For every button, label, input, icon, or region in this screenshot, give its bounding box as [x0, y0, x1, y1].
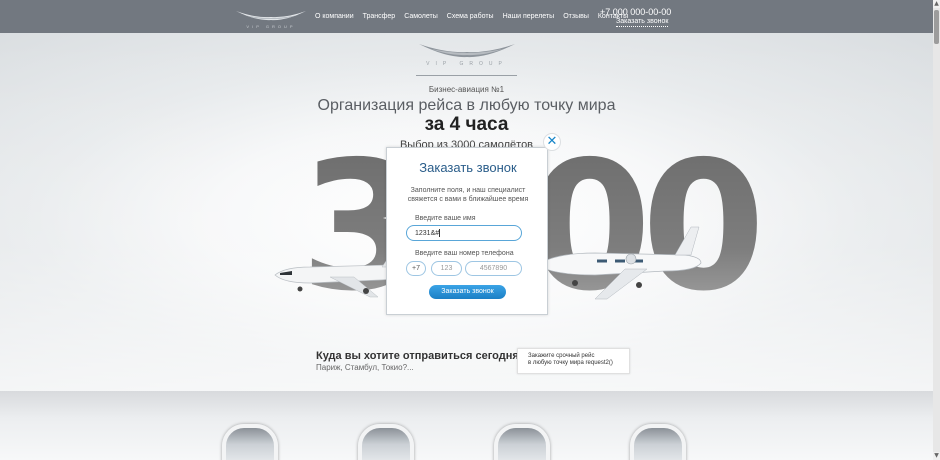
cabin-window [494, 424, 550, 460]
modal-title: Заказать звонок [419, 160, 517, 175]
main-nav: О компании Трансфер Самолеты Схема работ… [315, 13, 637, 20]
phone-number-input[interactable]: 4567890 [465, 261, 522, 276]
callback-link[interactable]: Заказать звонок [616, 18, 669, 27]
modal-close-icon[interactable]: ✕ [543, 133, 561, 151]
scroll-up-icon[interactable]: ▲ [933, 0, 940, 8]
modal-description-line-1: Заполните поля, и наш специалист [410, 187, 526, 194]
page: 3000 VIP GROUP Бизнес-авиация №1 Организ… [0, 0, 940, 460]
scroll-down-icon[interactable]: ▼ [933, 452, 940, 460]
scrollbar-thumb[interactable] [934, 10, 939, 44]
destination-examples: Париж, Стамбул, Токио?... [316, 363, 414, 372]
hero-headline: Организация рейса в любую точку мира [317, 97, 616, 114]
submit-callback-button[interactable]: Заказать звонок [429, 285, 506, 299]
modal-description-line-2: свяжется с вами в ближайшее время [407, 196, 529, 203]
hero-wings-logo-icon [419, 44, 515, 58]
cabin-window [358, 424, 414, 460]
name-label: Введите ваше имя [415, 215, 476, 222]
nav-flights[interactable]: Наши перелеты [503, 13, 555, 20]
hero-headline-bold: за 4 часа [424, 114, 509, 135]
hero-subtitle: Бизнес-авиация №1 [428, 85, 505, 94]
phone-label: Введите ваш номер телефона [415, 250, 514, 257]
header-phone[interactable]: +7 000 000-00-00 [600, 7, 671, 17]
country-code-input[interactable]: +7 [406, 261, 426, 276]
area-code-input[interactable]: 123 [431, 261, 462, 276]
nav-transfer[interactable]: Трансфер [363, 13, 396, 20]
cabin-window [222, 424, 278, 460]
cabin-window [630, 424, 686, 460]
callback-modal: Заказать звонок Заполните поля, и наш сп… [386, 147, 548, 315]
nav-about[interactable]: О компании [315, 13, 354, 20]
urgent-request-box[interactable]: Закажите срочный рейс в любую точку мира… [517, 348, 630, 374]
vertical-scrollbar[interactable] [933, 0, 940, 460]
name-input[interactable]: 1231&# [406, 225, 522, 241]
hero-logo-divider [416, 75, 517, 76]
nav-workflow[interactable]: Схема работы [447, 13, 494, 20]
logo-text: VIP GROUP [246, 24, 296, 29]
text-caret [439, 229, 441, 238]
cabin-section [0, 391, 933, 460]
name-input-value: 1231&# [415, 230, 440, 237]
request-box-line-2: в любую точку мира request2() [528, 360, 613, 366]
nav-aircraft[interactable]: Самолеты [404, 13, 438, 20]
nav-reviews[interactable]: Отзывы [563, 13, 589, 20]
request-box-line-1: Закажите срочный рейс [528, 353, 595, 359]
hero-logo-text: VIP GROUP [426, 61, 508, 67]
destination-question: Куда вы хотите отправиться сегодня? [316, 350, 526, 362]
modal-description: Заполните поля, и наш специалист свяжетс… [387, 186, 549, 204]
plane-right-icon [536, 226, 702, 300]
